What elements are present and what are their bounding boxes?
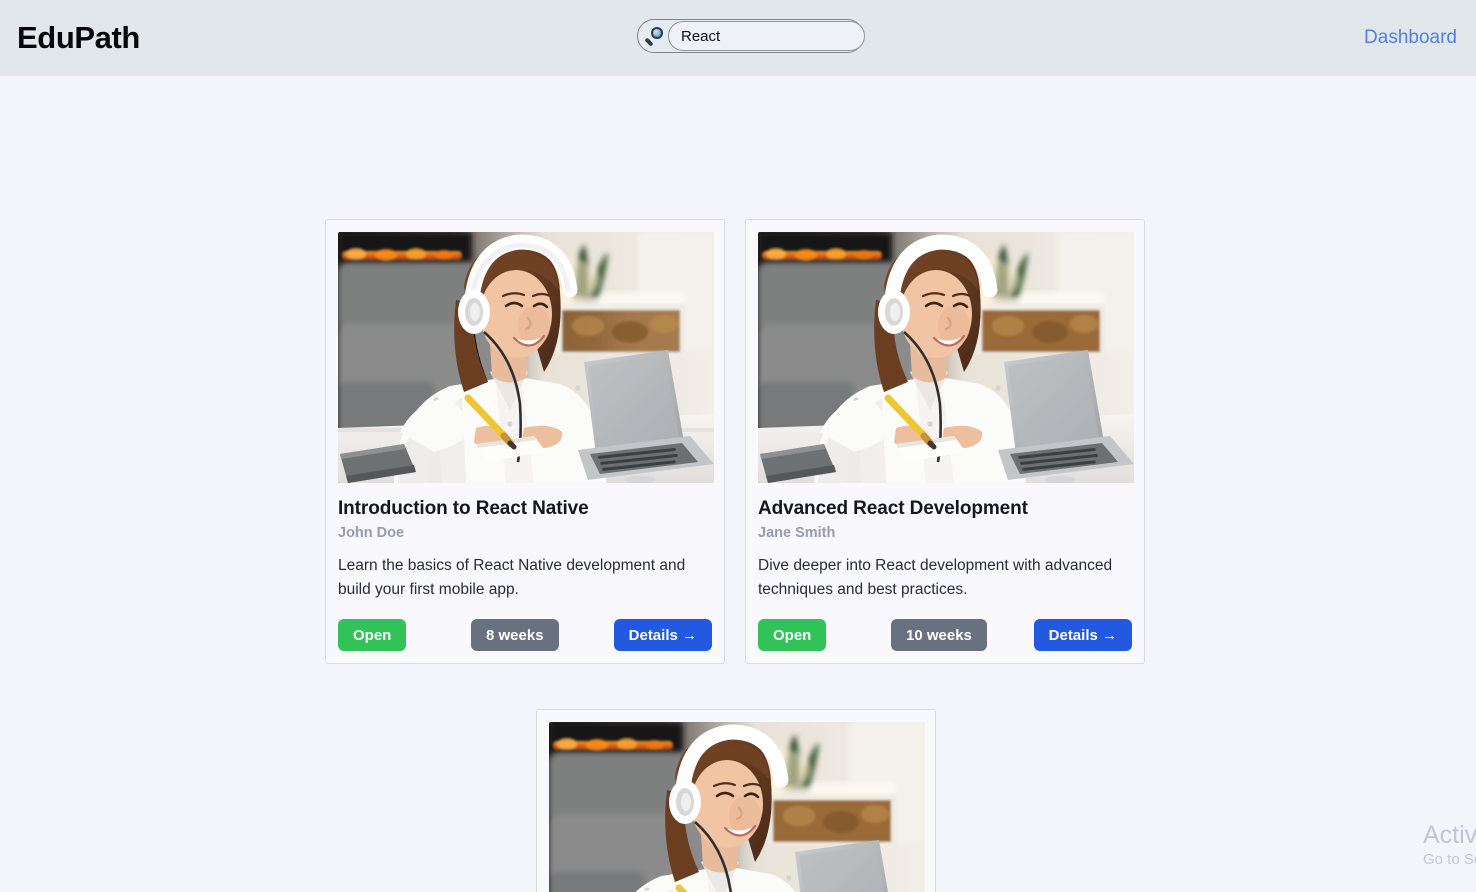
app-header: EduPath Dashboard [0,0,1476,76]
course-actions: Open 8 weeks Details → [338,619,712,651]
search-bar[interactable] [637,19,865,53]
search-input[interactable] [668,21,865,51]
course-author: John Doe [338,525,405,541]
course-description: Dive deeper into React development with … [758,557,1113,598]
course-details-button[interactable]: Details → [1033,619,1132,651]
course-author: Jane Smith [758,525,836,541]
course-actions: Open 10 weeks Details → [758,619,1132,651]
course-duration-badge[interactable]: 10 weeks [891,619,987,651]
course-card[interactable]: Advanced React Development Jane Smith Di… [745,219,1145,664]
course-title: Advanced React Development [758,498,1028,519]
course-card[interactable] [536,709,936,892]
course-card[interactable]: Introduction to React Native John Doe Le… [325,219,725,664]
course-thumbnail [758,232,1134,483]
course-thumbnail [338,232,714,483]
course-grid: Introduction to React Native John Doe Le… [0,76,1476,892]
course-details-button[interactable]: Details → [613,619,712,651]
course-title: Introduction to React Native [338,498,589,519]
magnifier-icon [644,26,666,47]
course-status-badge[interactable]: Open [338,619,407,651]
app-logo: EduPath [17,20,140,55]
course-description: Learn the basics of React Native develop… [338,557,686,598]
nav-link-dashboard[interactable]: Dashboard [1364,25,1457,51]
course-thumbnail [549,722,925,892]
course-duration-badge[interactable]: 8 weeks [471,619,559,651]
course-status-badge[interactable]: Open [758,619,827,651]
